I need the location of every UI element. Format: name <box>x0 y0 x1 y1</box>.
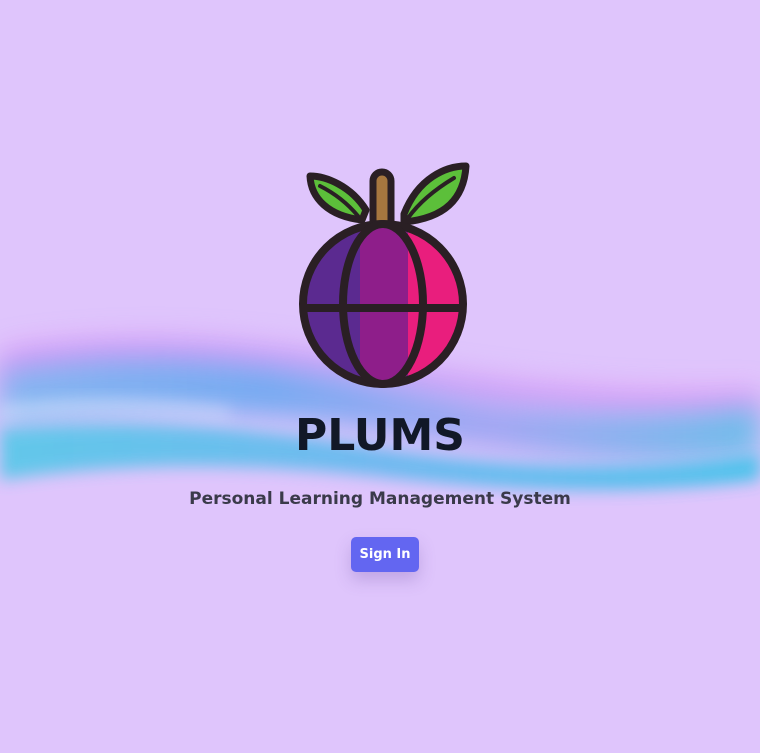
plum-logo-icon <box>299 162 470 388</box>
sign-in-button[interactable]: Sign In <box>351 537 419 572</box>
app-title: PLUMS <box>295 410 465 461</box>
landing-page: PLUMS Personal Learning Management Syste… <box>0 0 760 753</box>
app-subtitle: Personal Learning Management System <box>189 489 571 509</box>
